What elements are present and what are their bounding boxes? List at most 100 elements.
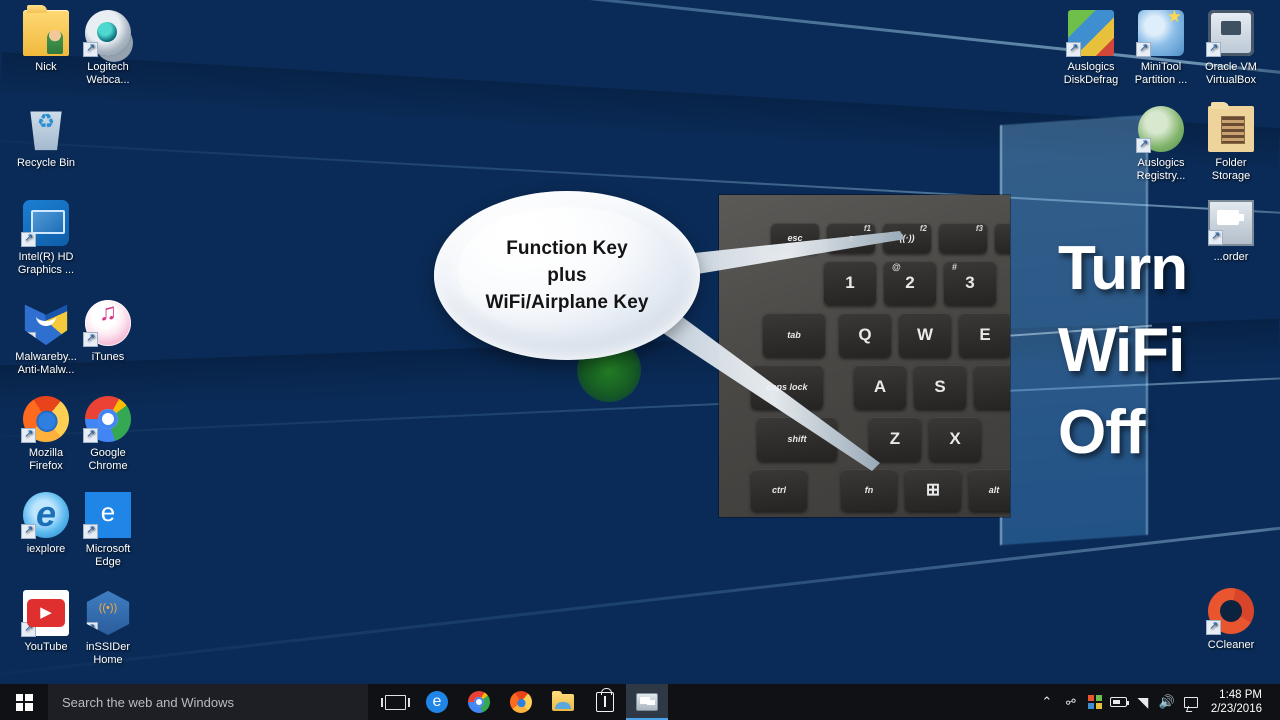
windows-logo-icon bbox=[16, 694, 33, 711]
keyboard-key-superscript: @ bbox=[892, 262, 901, 272]
desktop-icon[interactable]: Oracle VM VirtualBox bbox=[1193, 10, 1269, 87]
keyboard-key: ⊞ bbox=[905, 469, 961, 511]
desktop-icon-label: Microsoft Edge bbox=[70, 543, 146, 569]
taskbar-button-google-chrome[interactable] bbox=[458, 684, 500, 720]
user-folder-icon bbox=[23, 10, 69, 56]
keyboard-key: caps lock bbox=[751, 365, 823, 409]
desktop-icon[interactable]: Auslogics DiskDefrag bbox=[1053, 10, 1129, 87]
battery-icon bbox=[1110, 697, 1127, 707]
keyboard-key: shift bbox=[757, 417, 837, 461]
logitech-webcam-icon bbox=[85, 10, 131, 56]
shortcut-arrow-icon bbox=[1136, 42, 1151, 57]
desktop-icon[interactable]: MiniTool Partition ... bbox=[1123, 10, 1199, 87]
search-input[interactable]: Search the web and Windows bbox=[48, 684, 368, 720]
desktop-icon-label: CCleaner bbox=[1193, 639, 1269, 652]
overlay-title: Turn WiFi Off bbox=[1058, 228, 1272, 474]
desktop-icon-label: Recycle Bin bbox=[8, 157, 84, 170]
taskbar-button-microsoft-edge[interactable] bbox=[416, 684, 458, 720]
task-view-icon bbox=[385, 695, 406, 710]
intel-hd-graphics-icon bbox=[23, 200, 69, 246]
keyboard-key-label: esc bbox=[787, 233, 802, 243]
desktop-icon[interactable]: inSSIDer Home bbox=[70, 590, 146, 667]
clock[interactable]: 1:48 PM 2/23/2016 bbox=[1203, 688, 1272, 716]
taskbar-button-file-explorer[interactable] bbox=[542, 684, 584, 720]
taskbar-button-microsoft-store[interactable] bbox=[584, 684, 626, 720]
keyboard-key: fn bbox=[841, 469, 897, 511]
shortcut-arrow-icon bbox=[83, 622, 98, 637]
keyboard-key: X bbox=[929, 417, 981, 461]
tray-network-wifi[interactable]: ◥ bbox=[1131, 684, 1155, 720]
microsoft-edge-icon bbox=[85, 492, 131, 538]
keyboard-key-label: caps lock bbox=[766, 382, 807, 392]
desktop-icon[interactable]: Recycle Bin bbox=[8, 106, 84, 170]
keyboard-key-label: Z bbox=[890, 429, 900, 449]
taskbar: Search the web and Windows ⌃⚯ ◥ 🔊 1:48 PM … bbox=[0, 684, 1280, 720]
shortcut-arrow-icon bbox=[21, 524, 36, 539]
desktop-icon[interactable]: Microsoft Edge bbox=[70, 492, 146, 569]
callout-bubble-text: Function Key plus WiFi/Airplane Key bbox=[485, 235, 648, 316]
keyboard-key: alt bbox=[969, 469, 1010, 511]
shortcut-arrow-icon bbox=[83, 524, 98, 539]
minitool-partition-icon bbox=[1138, 10, 1184, 56]
desktop-screen: NickLogitech Webca...Recycle BinIntel(R)… bbox=[0, 0, 1280, 720]
keyboard-key: Q bbox=[839, 313, 891, 357]
keyboard-key-label: 1 bbox=[845, 273, 854, 293]
keyboard-key bbox=[974, 365, 1010, 409]
screen-recorder-icon bbox=[636, 693, 658, 711]
tray-battery[interactable] bbox=[1107, 684, 1131, 720]
keyboard-key-fnlabel: f3 bbox=[976, 224, 983, 233]
folder-storage-icon bbox=[1208, 106, 1254, 152]
taskbar-button-mozilla-firefox[interactable] bbox=[500, 684, 542, 720]
inssider-home-icon bbox=[85, 590, 131, 636]
desktop-icon[interactable]: CCleaner bbox=[1193, 588, 1269, 652]
shortcut-arrow-icon bbox=[1066, 42, 1081, 57]
system-tray: ⌃⚯ ◥ 🔊 1:48 PM 2/23/2016 bbox=[1035, 684, 1280, 720]
keyboard-key-label: ctrl bbox=[772, 485, 786, 495]
taskbar-button-screen-recorder[interactable] bbox=[626, 684, 668, 720]
tray-volume[interactable]: 🔊 bbox=[1155, 684, 1179, 720]
oracle-vm-virtualbox-icon bbox=[1208, 10, 1254, 56]
internet-explorer-icon bbox=[23, 492, 69, 538]
start-button[interactable] bbox=[0, 684, 48, 720]
shortcut-arrow-icon bbox=[21, 428, 36, 443]
keyboard-key-label: z bbox=[849, 233, 854, 243]
desktop-icon-label: Google Chrome bbox=[70, 447, 146, 473]
keyboard-key: esc bbox=[771, 223, 819, 253]
desktop-icon-label: Intel(R) HD Graphics ... bbox=[8, 251, 84, 277]
shortcut-arrow-icon bbox=[1136, 138, 1151, 153]
desktop-icon[interactable]: Logitech Webca... bbox=[70, 10, 146, 87]
windows-flag-icon bbox=[1088, 695, 1102, 709]
ccleaner-icon bbox=[1208, 588, 1254, 634]
taskbar-button-task-view[interactable] bbox=[374, 684, 416, 720]
keyboard-key: Z bbox=[869, 417, 921, 461]
keyboard-key: 2@ bbox=[884, 261, 936, 305]
keyboard-key-label: ((·)) bbox=[900, 233, 915, 243]
keyboard-key-label: 3 bbox=[965, 273, 974, 293]
keyboard-key-label: X bbox=[949, 429, 960, 449]
tray-action-center[interactable] bbox=[1179, 684, 1203, 720]
desktop-icon[interactable]: iTunes bbox=[70, 300, 146, 364]
tray-icon-group: ⌃⚯ ◥ 🔊 bbox=[1035, 684, 1203, 720]
tray-show-hidden-icons[interactable]: ⌃ bbox=[1035, 684, 1059, 720]
tray-windows-flag-tray[interactable] bbox=[1083, 684, 1107, 720]
keyboard-key-label: 2 bbox=[905, 273, 914, 293]
desktop-icon-label: Auslogics Registry... bbox=[1123, 157, 1199, 183]
shortcut-arrow-icon bbox=[21, 332, 36, 347]
desktop-icon[interactable]: Intel(R) HD Graphics ... bbox=[8, 200, 84, 277]
desktop-icon[interactable]: Google Chrome bbox=[70, 396, 146, 473]
file-explorer-icon bbox=[552, 694, 574, 711]
shortcut-arrow-icon bbox=[83, 42, 98, 57]
tray-usb-device[interactable]: ⚯ bbox=[1059, 684, 1083, 720]
desktop-icon[interactable]: Auslogics Registry... bbox=[1123, 106, 1199, 183]
desktop-icon[interactable]: Folder Storage bbox=[1193, 106, 1269, 183]
youtube-icon bbox=[23, 590, 69, 636]
wifi-icon: ◥ bbox=[1137, 694, 1148, 711]
microsoft-edge-icon bbox=[426, 691, 448, 713]
keyboard-photo-overlay: esczf1((·))f2f312@3#tabQWEcaps lockASshi… bbox=[719, 195, 1010, 517]
shortcut-arrow-icon bbox=[1206, 42, 1221, 57]
auslogics-diskdefrag-icon bbox=[1068, 10, 1114, 56]
keyboard-key: ((·))f2 bbox=[883, 223, 931, 253]
keyboard-key: W bbox=[899, 313, 951, 357]
search-placeholder: Search the web and Windows bbox=[62, 695, 234, 710]
google-chrome-icon bbox=[468, 691, 490, 713]
